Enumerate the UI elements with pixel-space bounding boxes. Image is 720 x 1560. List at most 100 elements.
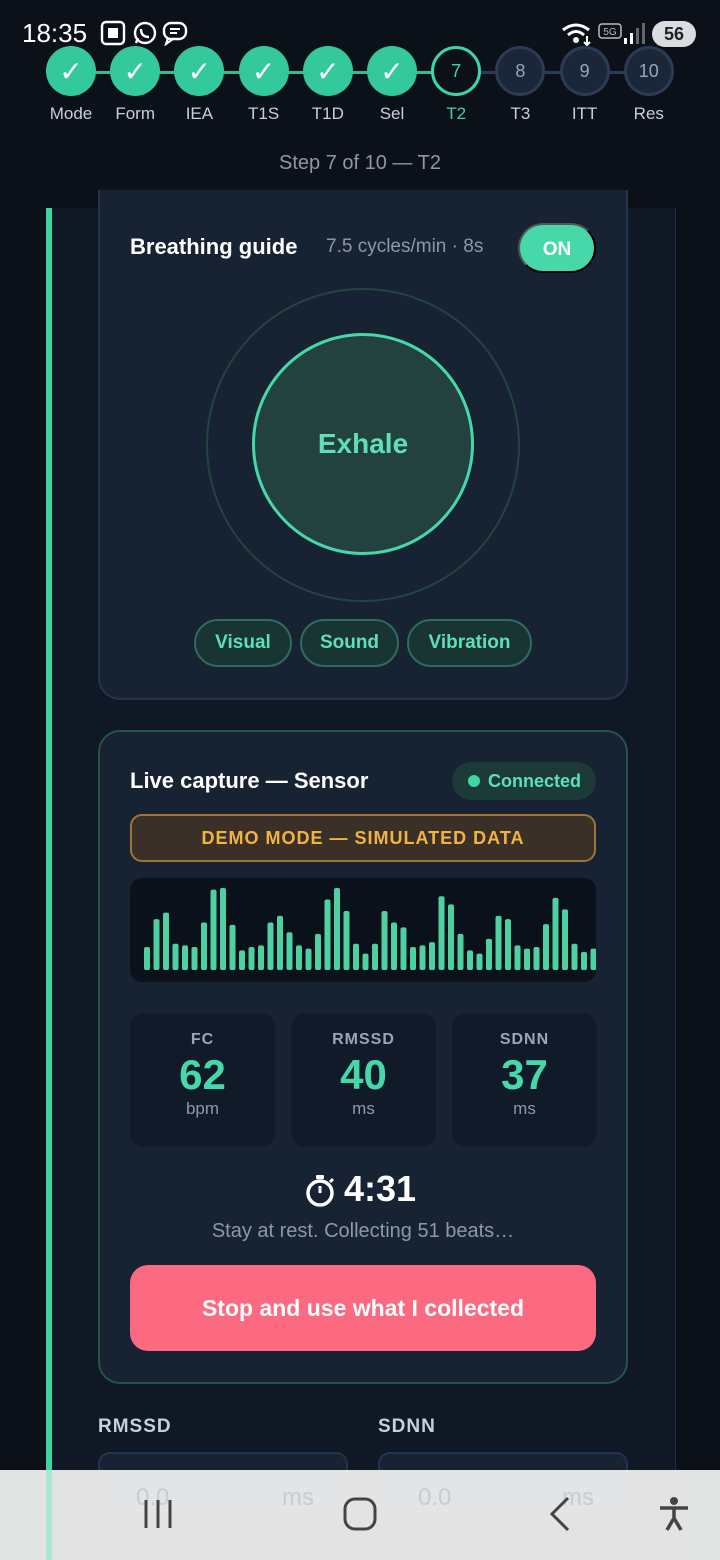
waveform-bar [239, 950, 245, 970]
waveform-bar [286, 932, 293, 970]
waveform-bar [305, 948, 312, 970]
step-t3[interactable]: 8 T3 [488, 46, 552, 124]
metric-value: 62 [179, 1051, 226, 1098]
step-t2[interactable]: 7 T2 [424, 46, 488, 124]
timer-hint: Stay at rest. Collecting 51 beats… [211, 1220, 515, 1242]
waveform-bar [495, 915, 502, 970]
mode-chip-vibration[interactable]: Vibration [407, 619, 532, 667]
breathing-toggle[interactable]: ON [518, 223, 596, 273]
accessibility-icon[interactable] [654, 1494, 694, 1534]
waveform-bar [486, 938, 492, 970]
waveform-bar [163, 912, 169, 970]
waveform-bar [343, 910, 350, 970]
back-icon[interactable] [540, 1494, 580, 1534]
waveform-bar [429, 942, 435, 970]
waveform-bar [476, 953, 483, 970]
rr-waveform [130, 878, 596, 982]
wizard-stepper: ✓ Mode ✓ Form ✓ IEA ✓ T1S ✓ T1D ✓ Sel 7 T2 8 T3 9 ITT 10 Re… [0, 46, 720, 126]
waveform-bar [153, 919, 160, 970]
waveform-bar [438, 896, 445, 970]
metric-unit: ms [352, 1099, 375, 1118]
step-number: 10 [623, 46, 674, 96]
waveform-bar [353, 943, 359, 970]
waveform-bar [144, 947, 150, 970]
step-number: 9 [559, 46, 610, 96]
checkmark-icon: ✓ [174, 46, 225, 96]
breathing-guide-title: Breathing guide [130, 234, 298, 259]
step-t1d[interactable]: ✓ T1D [296, 46, 360, 124]
screenshot-icon [100, 20, 126, 46]
home-icon[interactable] [340, 1494, 380, 1534]
step-form[interactable]: ✓ Form [103, 46, 167, 124]
waveform-bar [201, 922, 207, 970]
waveform-bar [210, 889, 217, 970]
signal-icon [624, 23, 645, 44]
sdnn-input-value: 0.0 [418, 1484, 452, 1511]
step-res[interactable]: 10 Res [617, 46, 681, 124]
step-label: ITT [571, 104, 598, 123]
breathing-rate: 7.5 cycles/min · 8s [326, 236, 484, 257]
waveform-bar [229, 924, 236, 970]
step-label: Form [115, 104, 156, 123]
waveform-bar [410, 947, 416, 970]
mode-chip-sound[interactable]: Sound [300, 619, 399, 667]
rmssd-input-unit: ms [282, 1484, 314, 1511]
svg-text:5G: 5G [603, 27, 617, 38]
metric-label: SDNN [499, 1031, 550, 1048]
waveform-bar [562, 909, 568, 970]
waveform-bar [400, 927, 407, 970]
mode-chip-visual[interactable]: Visual [194, 619, 292, 667]
metric-value: 40 [340, 1051, 387, 1098]
waveform-bar [571, 943, 578, 970]
metric-label: FC [190, 1031, 215, 1048]
waveform-bar [391, 922, 397, 970]
step-itt[interactable]: 9 ITT [553, 46, 617, 124]
step-iea[interactable]: ✓ IEA [167, 46, 231, 124]
metric-unit: bpm [185, 1099, 220, 1118]
step-label: IEA [185, 104, 214, 123]
waveform-bar [552, 897, 559, 970]
waveform-bar [258, 945, 264, 970]
waveform-bar [467, 950, 473, 970]
waveform-bar [191, 947, 198, 970]
waveform-bar [505, 919, 511, 970]
checkmark-icon: ✓ [367, 46, 417, 96]
metric-card-sdnn: SDNN 37 ms [452, 1013, 597, 1147]
wifi-icon [562, 23, 591, 46]
waveform-chart [144, 888, 596, 970]
step-t1s[interactable]: ✓ T1S [232, 46, 296, 124]
waveform-bar [277, 915, 283, 970]
step-label: T1S [248, 104, 280, 123]
waveform-bar [172, 943, 179, 970]
metric-card-rmssd: RMSSD 40 ms [291, 1013, 436, 1147]
recent-apps-icon[interactable] [138, 1494, 178, 1534]
connection-status-text: Connected [488, 771, 582, 791]
stop-capture-button[interactable]: Stop and use what I collected [130, 1265, 596, 1351]
breathing-phase: Exhale [317, 428, 409, 459]
waveform-bar [381, 910, 388, 970]
waveform-bar [182, 945, 188, 970]
waveform-bar [315, 933, 321, 970]
rmssd-input-label: RMSSD [98, 1416, 172, 1437]
sdnn-input-label: SDNN [378, 1416, 436, 1437]
step-mode[interactable]: ✓ Mode [39, 46, 103, 124]
metric-value: 37 [501, 1051, 548, 1098]
step-label: T3 [510, 104, 531, 123]
connection-status-badge: Connected [452, 762, 596, 800]
checkmark-icon: ✓ [46, 46, 96, 96]
checkmark-icon: ✓ [238, 46, 289, 96]
step-label: T1D [311, 104, 344, 123]
waveform-bar [514, 945, 521, 970]
waveform-bar [581, 951, 587, 970]
waveform-bar [362, 953, 369, 970]
waveform-bar [324, 899, 331, 970]
step-label: Res [633, 104, 664, 123]
whatsapp-icon [133, 21, 157, 45]
step-label: Sel [379, 104, 405, 123]
metric-unit: ms [513, 1099, 536, 1118]
capture-timer: 4:31 [300, 1168, 430, 1212]
step-number: 7 [431, 46, 482, 96]
section-accent-bar-overlay [46, 1470, 52, 1560]
step-sel[interactable]: ✓ Sel [360, 46, 424, 124]
timer-value: 4:31 [344, 1168, 417, 1209]
